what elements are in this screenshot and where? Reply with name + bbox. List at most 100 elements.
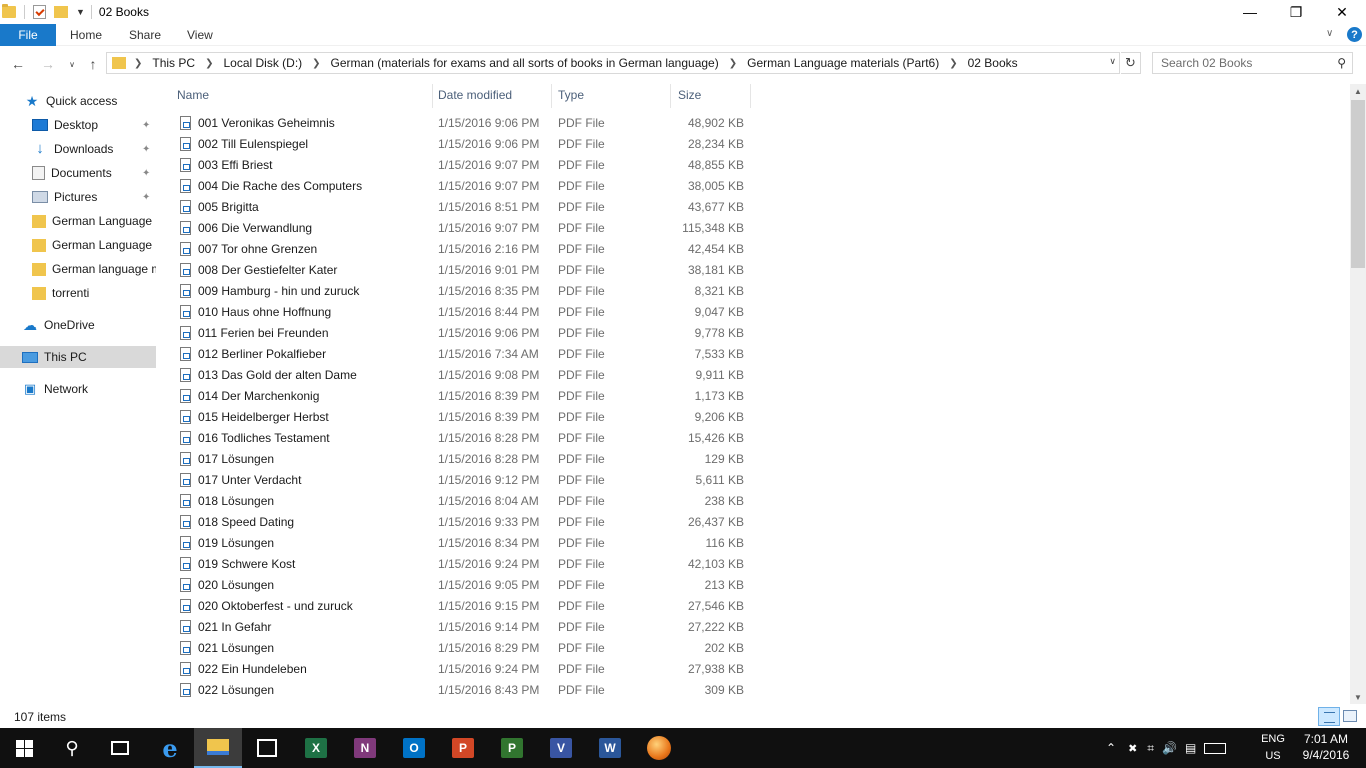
close-button[interactable]: ✕ (1319, 0, 1365, 24)
nav-network[interactable]: ▣ Network (0, 378, 156, 400)
file-row[interactable]: 017 Unter Verdacht 1/15/2016 9:12 PM PDF F… (177, 470, 752, 491)
tab-file[interactable]: File (0, 24, 56, 46)
chevron-down-icon[interactable]: ∨ (1109, 56, 1116, 67)
forward-button[interactable]: → (39, 54, 57, 74)
file-row[interactable]: 021 In Gefahr 1/15/2016 9:14 PM PDF File 27… (177, 617, 752, 638)
chevron-right-icon[interactable]: ❯ (729, 58, 737, 69)
file-row[interactable]: 011 Ferien bei Freunden 1/15/2016 9:06 PM… (177, 323, 752, 344)
tab-view[interactable]: View (187, 24, 213, 46)
file-row[interactable]: 008 Der Gestiefelter Kater 1/15/2016 9:01… (177, 260, 752, 281)
chevron-right-icon[interactable]: ❯ (312, 58, 320, 69)
file-row[interactable]: 009 Hamburg - hin und zuruck 1/15/2016 8:… (177, 281, 752, 302)
nav-onedrive[interactable]: ☁ OneDrive (0, 314, 156, 336)
column-header-name[interactable]: Name (177, 84, 432, 106)
recent-locations-button[interactable]: ∨ (63, 54, 81, 74)
excel-button[interactable]: X (292, 728, 340, 768)
file-explorer-button[interactable] (194, 728, 242, 768)
onenote-button[interactable]: N (341, 728, 389, 768)
outlook-button[interactable]: O (390, 728, 438, 768)
breadcrumb-this-pc[interactable]: This PC (152, 56, 195, 70)
properties-icon[interactable] (33, 5, 46, 19)
up-button[interactable]: ↑ (84, 54, 102, 74)
nav-desktop[interactable]: Desktop ✦ (0, 114, 156, 136)
search-input[interactable] (1161, 56, 1331, 70)
file-row[interactable]: 022 Ein Hundeleben 1/15/2016 9:24 PM PDF F… (177, 659, 752, 680)
task-view-button[interactable] (96, 728, 144, 768)
word-button[interactable]: W (586, 728, 634, 768)
pin-icon[interactable]: ✦ (142, 192, 150, 203)
pin-icon[interactable]: ✦ (142, 144, 150, 155)
action-center-icon[interactable]: ▤ (1185, 741, 1196, 755)
pin-icon[interactable]: ✦ (142, 168, 150, 179)
chevron-right-icon[interactable]: ❯ (205, 58, 213, 69)
refresh-button[interactable]: ↻ (1121, 52, 1141, 74)
start-button[interactable] (0, 728, 48, 768)
new-folder-icon[interactable] (54, 6, 68, 18)
nav-documents[interactable]: Documents ✦ (0, 162, 156, 184)
file-row[interactable]: 022 Lösungen 1/15/2016 8:43 PM PDF File 309… (177, 680, 752, 701)
chevron-down-icon[interactable]: ▼ (76, 7, 85, 17)
scroll-up-icon[interactable]: ▲ (1350, 84, 1366, 98)
breadcrumb-current[interactable]: 02 Books (968, 56, 1018, 70)
address-bar[interactable]: ❯ This PC ❯ Local Disk (D:) ❯ German (ma… (106, 52, 1120, 74)
nav-folder-german-3[interactable]: German language m (0, 258, 156, 280)
file-row[interactable]: 005 Brigitta 1/15/2016 8:51 PM PDF File 43,… (177, 197, 752, 218)
file-row[interactable]: 020 Oktoberfest - und zuruck 1/15/2016 9:… (177, 596, 752, 617)
store-button[interactable] (243, 728, 291, 768)
file-row[interactable]: 002 Till Eulenspiegel 1/15/2016 9:06 PM PD… (177, 134, 752, 155)
file-row[interactable]: 004 Die Rache des Computers 1/15/2016 9:0… (177, 176, 752, 197)
nav-folder-torrenti[interactable]: torrenti (0, 282, 156, 304)
search-box[interactable]: ⚲ (1152, 52, 1353, 74)
wifi-icon[interactable]: ⌗ (1147, 741, 1154, 756)
clock[interactable]: 7:01 AM 9/4/2016 (1296, 731, 1356, 763)
project-button[interactable]: P (488, 728, 536, 768)
expand-ribbon-icon[interactable]: ∨ (1326, 28, 1333, 39)
chevron-up-icon[interactable]: ⌃ (1106, 741, 1116, 755)
help-icon[interactable]: ? (1347, 27, 1362, 42)
tab-share[interactable]: Share (129, 24, 161, 46)
media-player-button[interactable] (635, 728, 683, 768)
file-row[interactable]: 016 Todliches Testament 1/15/2016 8:28 PM… (177, 428, 752, 449)
tab-home[interactable]: Home (70, 24, 102, 46)
breadcrumb-german[interactable]: German (materials for exams and all sort… (331, 56, 719, 70)
file-row[interactable]: 003 Effi Briest 1/15/2016 9:07 PM PDF File… (177, 155, 752, 176)
volume-icon[interactable]: 🔊 (1162, 741, 1177, 755)
search-button[interactable]: ⚲ (48, 728, 96, 768)
nav-pictures[interactable]: Pictures ✦ (0, 186, 156, 208)
keyboard-icon[interactable] (1204, 742, 1227, 754)
file-row[interactable]: 012 Berliner Pokalfieber 1/15/2016 7:34 A… (177, 344, 752, 365)
edge-button[interactable]: e (146, 728, 194, 768)
file-row[interactable]: 019 Lösungen 1/15/2016 8:34 PM PDF File 116… (177, 533, 752, 554)
nav-folder-german-2[interactable]: German Language m (0, 234, 156, 256)
ime-icon[interactable]: ✖ (1128, 742, 1137, 755)
column-header-type[interactable]: Type (558, 84, 670, 106)
column-header-size[interactable]: Size (678, 84, 748, 106)
file-row[interactable]: 010 Haus ohne Hoffnung 1/15/2016 8:44 PM P… (177, 302, 752, 323)
breadcrumb-materials[interactable]: German Language materials (Part6) (747, 56, 939, 70)
chevron-right-icon[interactable]: ❯ (134, 58, 142, 69)
file-row[interactable]: 021 Lösungen 1/15/2016 8:29 PM PDF File 202… (177, 638, 752, 659)
visio-button[interactable]: V (537, 728, 585, 768)
input-language[interactable]: ENG US (1256, 731, 1290, 765)
scroll-down-icon[interactable]: ▼ (1350, 690, 1366, 704)
file-row[interactable]: 019 Schwere Kost 1/15/2016 9:24 PM PDF Fil… (177, 554, 752, 575)
file-row[interactable]: 020 Lösungen 1/15/2016 9:05 PM PDF File 213… (177, 575, 752, 596)
column-header-date[interactable]: Date modified (438, 84, 550, 106)
file-row[interactable]: 006 Die Verwandlung 1/15/2016 9:07 PM PDF … (177, 218, 752, 239)
powerpoint-button[interactable]: P (439, 728, 487, 768)
file-row[interactable]: 018 Lösungen 1/15/2016 8:04 AM PDF File 238… (177, 491, 752, 512)
minimize-button[interactable]: — (1227, 0, 1273, 24)
file-row[interactable]: 015 Heidelberger Herbst 1/15/2016 8:39 PM… (177, 407, 752, 428)
file-row[interactable]: 013 Das Gold der alten Dame 1/15/2016 9:0… (177, 365, 752, 386)
file-row[interactable]: 001 Veronikas Geheimnis 1/15/2016 9:06 PM… (177, 113, 752, 134)
vertical-scrollbar[interactable]: ▲ ▼ (1350, 84, 1366, 704)
file-row[interactable]: 014 Der Marchenkonig 1/15/2016 8:39 PM PDF… (177, 386, 752, 407)
restore-button[interactable]: ❐ (1273, 0, 1319, 24)
back-button[interactable]: ← (9, 54, 27, 74)
breadcrumb-local-disk[interactable]: Local Disk (D:) (223, 56, 302, 70)
pin-icon[interactable]: ✦ (142, 120, 150, 131)
scroll-thumb[interactable] (1351, 100, 1365, 268)
file-row[interactable]: 007 Tor ohne Grenzen 1/15/2016 2:16 PM PDF… (177, 239, 752, 260)
file-row[interactable]: 018 Speed Dating 1/15/2016 9:33 PM PDF Fil… (177, 512, 752, 533)
nav-downloads[interactable]: ↓ Downloads ✦ (0, 138, 156, 160)
